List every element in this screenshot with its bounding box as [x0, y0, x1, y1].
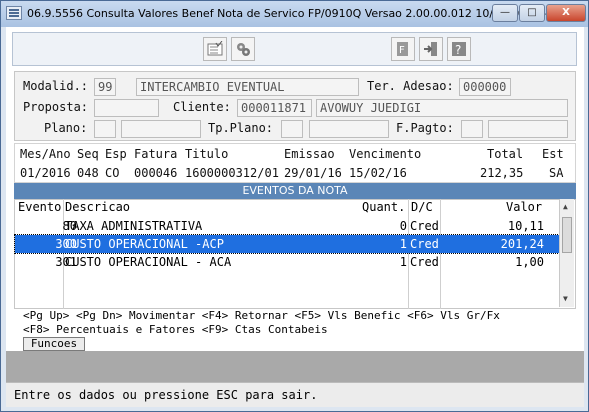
invoice-emissao: 29/01/16 — [284, 166, 342, 180]
cliente-name-field[interactable]: AVOWUY JUEDIGI — [316, 99, 568, 117]
col-vencimento: Vencimento — [349, 147, 422, 161]
minimize-button[interactable]: — — [492, 4, 518, 22]
toolbar: F ? — [12, 32, 577, 66]
checklist-icon[interactable] — [203, 37, 227, 61]
tp-plano-desc-field[interactable] — [309, 120, 389, 138]
col-descricao: Descricao — [65, 200, 131, 214]
tp-plano-label: Tp.Plano: — [208, 121, 274, 135]
f-pagto-code-field[interactable] — [461, 120, 483, 138]
funcoes-button[interactable]: Funcoes — [23, 337, 85, 351]
modalid-desc-field[interactable]: INTERCAMBIO EVENTUAL — [136, 78, 359, 96]
plano-label: Plano: — [44, 121, 88, 135]
help-icon[interactable]: ? — [447, 37, 471, 61]
gray-separator — [6, 351, 584, 382]
table-row[interactable]: 80 TAXA ADMINISTRATIVA 0 Cred 10,11 — [15, 217, 559, 235]
events-scrollbar[interactable]: ▲ ▼ — [559, 199, 574, 307]
f-pagto-label: F.Pagto: — [396, 121, 454, 135]
title-bar: 06.9.5556 Consulta Valores Benef Nota de… — [1, 1, 588, 27]
col-emissao: Emissao — [284, 147, 335, 161]
settings-icon[interactable] — [231, 37, 255, 61]
invoice-fatura: 000046 — [134, 166, 178, 180]
invoice-est: SA — [549, 166, 564, 180]
close-button[interactable]: X — [546, 4, 586, 22]
cliente-code-field[interactable]: 000011871 — [237, 99, 312, 117]
col-mes-ano: Mes/Ano — [20, 147, 71, 161]
modalid-label: Modalid.: — [23, 79, 89, 93]
invoice-total: 212,35 — [480, 166, 524, 180]
scroll-down-icon[interactable]: ▼ — [563, 294, 568, 303]
invoice-titulo: 1600000312/01 — [185, 166, 279, 180]
svg-text:?: ? — [455, 43, 461, 57]
modalid-code-field[interactable]: 99 — [94, 78, 116, 96]
table-row[interactable]: 301 CUSTO OPERACIONAL - ACA 1 Cred 1,00 — [15, 253, 559, 271]
application-window: 06.9.5556 Consulta Valores Benef Nota de… — [0, 0, 589, 412]
status-bar: Entre os dados ou pressione ESC para sai… — [6, 382, 584, 407]
function-keys-line2: <F8> Percentuais e Fatores <F9> Ctas Con… — [23, 323, 328, 336]
maximize-button[interactable]: □ — [519, 4, 545, 22]
invoice-mes-ano: 01/2016 — [20, 166, 71, 180]
col-seq: Seq — [77, 147, 99, 161]
ter-adesao-label: Ter. Adesao: — [367, 79, 454, 93]
proposta-field[interactable] — [94, 99, 159, 117]
invoice-esp: CO — [105, 166, 120, 180]
proposta-label: Proposta: — [23, 100, 89, 114]
logout-icon[interactable] — [419, 37, 443, 61]
window-title: 06.9.5556 Consulta Valores Benef Nota de… — [27, 7, 557, 20]
col-est: Est — [542, 147, 564, 161]
col-titulo: Titulo — [185, 147, 229, 161]
col-fatura: Fatura — [134, 147, 178, 161]
status-text: Entre os dados ou pressione ESC para sai… — [14, 388, 318, 402]
col-evento: Evento — [18, 200, 62, 214]
app-icon — [6, 6, 22, 20]
exit-icon[interactable]: F — [391, 37, 415, 61]
f-pagto-desc-field[interactable] — [488, 120, 568, 138]
plano-desc-field[interactable] — [121, 120, 201, 138]
invoice-seq: 048 — [77, 166, 99, 180]
cliente-label: Cliente: — [173, 100, 231, 114]
scroll-thumb[interactable] — [562, 217, 572, 253]
tp-plano-code-field[interactable] — [281, 120, 303, 138]
invoice-vencimento: 15/02/16 — [349, 166, 407, 180]
col-esp: Esp — [105, 147, 127, 161]
plano-code-field[interactable] — [94, 120, 116, 138]
col-quant: Quant. — [362, 200, 406, 214]
col-dc: D/C — [411, 200, 433, 214]
col-total: Total — [487, 147, 524, 161]
ter-adesao-field[interactable]: 000000 — [459, 78, 511, 96]
table-row-selected[interactable]: 300 CUSTO OPERACIONAL -ACP 1 Cred 201,24 — [14, 234, 560, 254]
scroll-up-icon[interactable]: ▲ — [563, 202, 568, 211]
function-keys-line1: <Pg Up> <Pg Dn> Movimentar <F4> Retornar… — [23, 309, 500, 322]
svg-text:F: F — [399, 45, 405, 56]
events-grid-title: EVENTOS DA NOTA — [14, 183, 576, 199]
col-valor: Valor — [506, 200, 543, 214]
